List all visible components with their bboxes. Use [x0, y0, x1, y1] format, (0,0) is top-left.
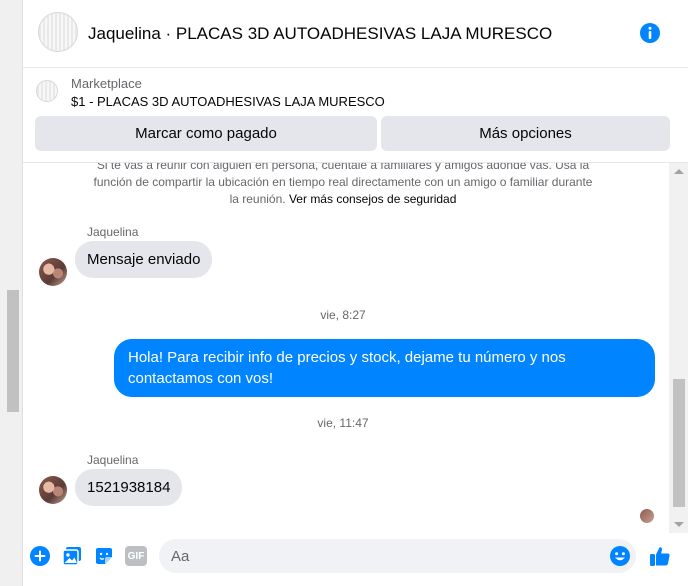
message-bubble-incoming[interactable]: 1521938184: [75, 469, 183, 506]
marketplace-panel: Marketplace $1 - PLACAS 3D AUTOADHESIVAS…: [23, 68, 688, 163]
page-scrollbar-thumb[interactable]: [7, 290, 19, 412]
info-icon[interactable]: [639, 22, 661, 44]
like-icon[interactable]: [648, 544, 672, 568]
page-scrollbar[interactable]: [0, 0, 22, 586]
scroll-up-arrow-icon[interactable]: [674, 169, 684, 174]
emoji-icon[interactable]: [608, 544, 632, 568]
avatar[interactable]: [39, 476, 67, 504]
message-list: Si te vas a reunir con alguien en person…: [23, 163, 688, 533]
message-input[interactable]: [171, 539, 591, 573]
mark-as-paid-button[interactable]: Marcar como pagado: [35, 116, 377, 151]
timestamp: vie, 8:27: [320, 308, 366, 322]
messages-scrollbar[interactable]: [669, 163, 688, 533]
composer: GIF: [23, 533, 688, 586]
scroll-down-arrow-icon[interactable]: [674, 522, 684, 527]
more-options-button[interactable]: Más opciones: [381, 116, 670, 151]
image-icon[interactable]: [61, 545, 83, 567]
marketplace-label: Marketplace: [71, 76, 142, 91]
message-bubble-outgoing[interactable]: Hola! Para recibir info de precios y sto…: [114, 339, 655, 397]
chat-header: Jaquelina · PLACAS 3D AUTOADHESIVAS LAJA…: [23, 0, 688, 68]
marketplace-item-thumbnail[interactable]: [36, 80, 58, 102]
timestamp: vie, 11:47: [317, 416, 369, 430]
message-input-box[interactable]: [159, 539, 636, 573]
sender-name: Jaquelina: [87, 225, 139, 239]
read-receipt-avatar: [640, 509, 654, 523]
marketplace-item-title[interactable]: $1 - PLACAS 3D AUTOADHESIVAS LAJA MURESC…: [71, 94, 385, 109]
avatar[interactable]: [39, 258, 67, 286]
safety-notice: Si te vas a reunir con alguien en person…: [93, 163, 593, 208]
gif-icon[interactable]: GIF: [125, 546, 147, 566]
messages-scrollbar-thumb[interactable]: [673, 379, 685, 507]
sender-name: Jaquelina: [87, 453, 139, 467]
listing-thumbnail[interactable]: [38, 12, 78, 52]
message-bubble-incoming[interactable]: Mensaje enviado: [75, 241, 213, 278]
chat-window: Jaquelina · PLACAS 3D AUTOADHESIVAS LAJA…: [22, 0, 688, 586]
safety-tips-link[interactable]: Ver más consejos de seguridad: [289, 192, 456, 206]
plus-icon[interactable]: [29, 545, 51, 567]
chat-title[interactable]: Jaquelina · PLACAS 3D AUTOADHESIVAS LAJA…: [88, 24, 552, 44]
sticker-icon[interactable]: [93, 545, 115, 567]
